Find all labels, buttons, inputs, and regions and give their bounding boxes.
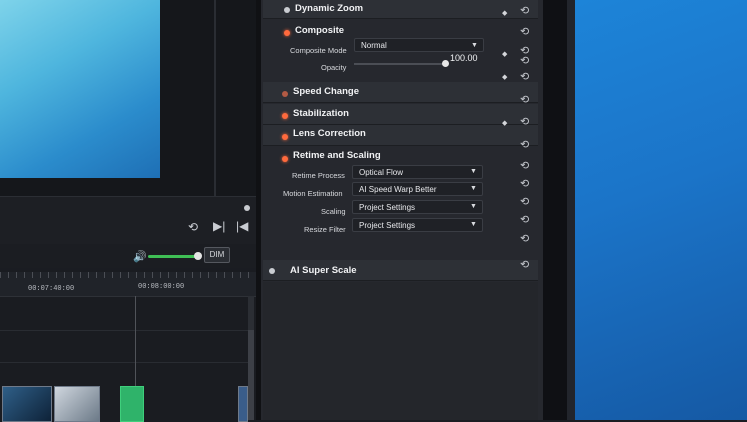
section-title: Retime and Scaling — [293, 150, 381, 161]
monitor-bezel-edge — [567, 0, 575, 420]
resize-filter-value: Project Settings — [359, 221, 416, 230]
resize-filter-select[interactable]: Project Settings — [352, 218, 483, 232]
chevron-down-icon: ▼ — [470, 185, 477, 192]
reset-icon[interactable]: ⟲ — [520, 95, 529, 106]
section-title: Speed Change — [293, 86, 359, 97]
timecode-label: 00:08:00:00 — [138, 283, 185, 291]
chevron-down-icon: ▼ — [470, 203, 477, 210]
track-divider — [0, 362, 248, 363]
chevron-down-icon: ▼ — [470, 221, 477, 228]
resize-filter-label: Resize Filter — [304, 225, 346, 234]
section-title: Dynamic Zoom — [295, 3, 364, 14]
reset-icon[interactable]: ⟲ — [520, 140, 529, 151]
timeline-scrollbar-thumb[interactable] — [248, 330, 254, 420]
reset-icon[interactable]: ⟲ — [520, 197, 529, 208]
section-title: Stabilization — [293, 108, 349, 119]
speaker-icon[interactable]: 🔊 — [133, 250, 147, 263]
reset-icon[interactable]: ⟲ — [520, 260, 529, 271]
scaling-value: Project Settings — [359, 203, 416, 212]
timeline-clip[interactable] — [54, 386, 100, 422]
dynamic-zoom-toggle[interactable] — [284, 7, 290, 13]
opacity-slider[interactable] — [354, 63, 446, 65]
speed-change-toggle[interactable] — [282, 91, 288, 97]
reset-icon[interactable]: ⟲ — [520, 56, 529, 67]
chevron-down-icon: ▼ — [471, 42, 478, 49]
ruler-ticks — [0, 272, 258, 278]
timeline-clip[interactable] — [2, 386, 52, 422]
composite-mode-select[interactable]: Normal — [354, 38, 484, 52]
composite-toggle[interactable] — [284, 30, 290, 36]
volume-slider-handle[interactable] — [194, 252, 202, 260]
lens-correction-toggle[interactable] — [282, 134, 288, 140]
ai-super-scale-toggle[interactable] — [269, 268, 275, 274]
reset-icon[interactable]: ⟲ — [520, 234, 529, 245]
viewer-image — [0, 0, 160, 178]
reset-icon[interactable]: ⟲ — [520, 161, 529, 172]
volume-slider[interactable] — [148, 255, 198, 258]
scaling-label: Scaling — [321, 207, 346, 216]
motion-estimation-select[interactable]: AI Speed Warp Better — [352, 182, 483, 196]
reset-icon[interactable]: ⟲ — [520, 215, 529, 226]
section-title: Composite — [295, 25, 345, 36]
timeline-clip[interactable] — [238, 386, 248, 422]
reset-icon[interactable]: ⟲ — [520, 27, 529, 38]
stabilization-toggle[interactable] — [282, 113, 288, 119]
keyframe-diamond-icon[interactable]: ◆ — [502, 10, 507, 18]
reset-icon[interactable]: ⟲ — [520, 72, 529, 83]
chevron-down-icon: ▼ — [470, 168, 477, 175]
keyframe-diamond-icon[interactable]: ◆ — [502, 120, 507, 128]
dim-button[interactable]: DIM — [204, 247, 230, 263]
section-title: AI Super Scale — [290, 265, 357, 276]
viewer-playhead-handle[interactable] — [244, 205, 250, 211]
reset-icon[interactable]: ⟲ — [520, 117, 529, 128]
inspector-empty-area — [263, 282, 538, 420]
timeline-clip[interactable] — [120, 386, 144, 422]
opacity-slider-handle[interactable] — [442, 60, 449, 67]
reset-icon[interactable]: ⟲ — [520, 179, 529, 190]
opacity-value[interactable]: 100.00 — [450, 53, 478, 63]
composite-mode-value: Normal — [361, 41, 387, 50]
retime-process-label: Retime Process — [292, 171, 345, 180]
loop-icon[interactable]: ⟲ — [188, 221, 198, 233]
section-title: Lens Correction — [293, 128, 366, 139]
keyframe-diamond-icon[interactable]: ◆ — [502, 51, 507, 59]
jump-to-start-icon[interactable]: |◀ — [236, 220, 248, 232]
motion-estimation-label: Motion Estimation — [283, 189, 343, 198]
scaling-select[interactable]: Project Settings — [352, 200, 483, 214]
next-frame-icon[interactable]: ▶| — [213, 220, 225, 232]
desktop-background — [575, 0, 747, 420]
retime-process-value: Optical Flow — [359, 168, 404, 177]
track-divider — [0, 330, 248, 331]
composite-mode-label: Composite Mode — [290, 46, 347, 55]
opacity-label: Opacity — [321, 63, 347, 72]
retime-scaling-toggle[interactable] — [282, 156, 288, 162]
keyframe-diamond-icon[interactable]: ◆ — [502, 74, 507, 82]
viewer-divider — [214, 0, 216, 196]
retime-process-select[interactable]: Optical Flow — [352, 165, 483, 179]
motion-estimation-value: AI Speed Warp Better — [359, 185, 437, 194]
timecode-label: 00:07:40:00 — [28, 285, 75, 293]
reset-icon[interactable]: ⟲ — [520, 6, 529, 17]
